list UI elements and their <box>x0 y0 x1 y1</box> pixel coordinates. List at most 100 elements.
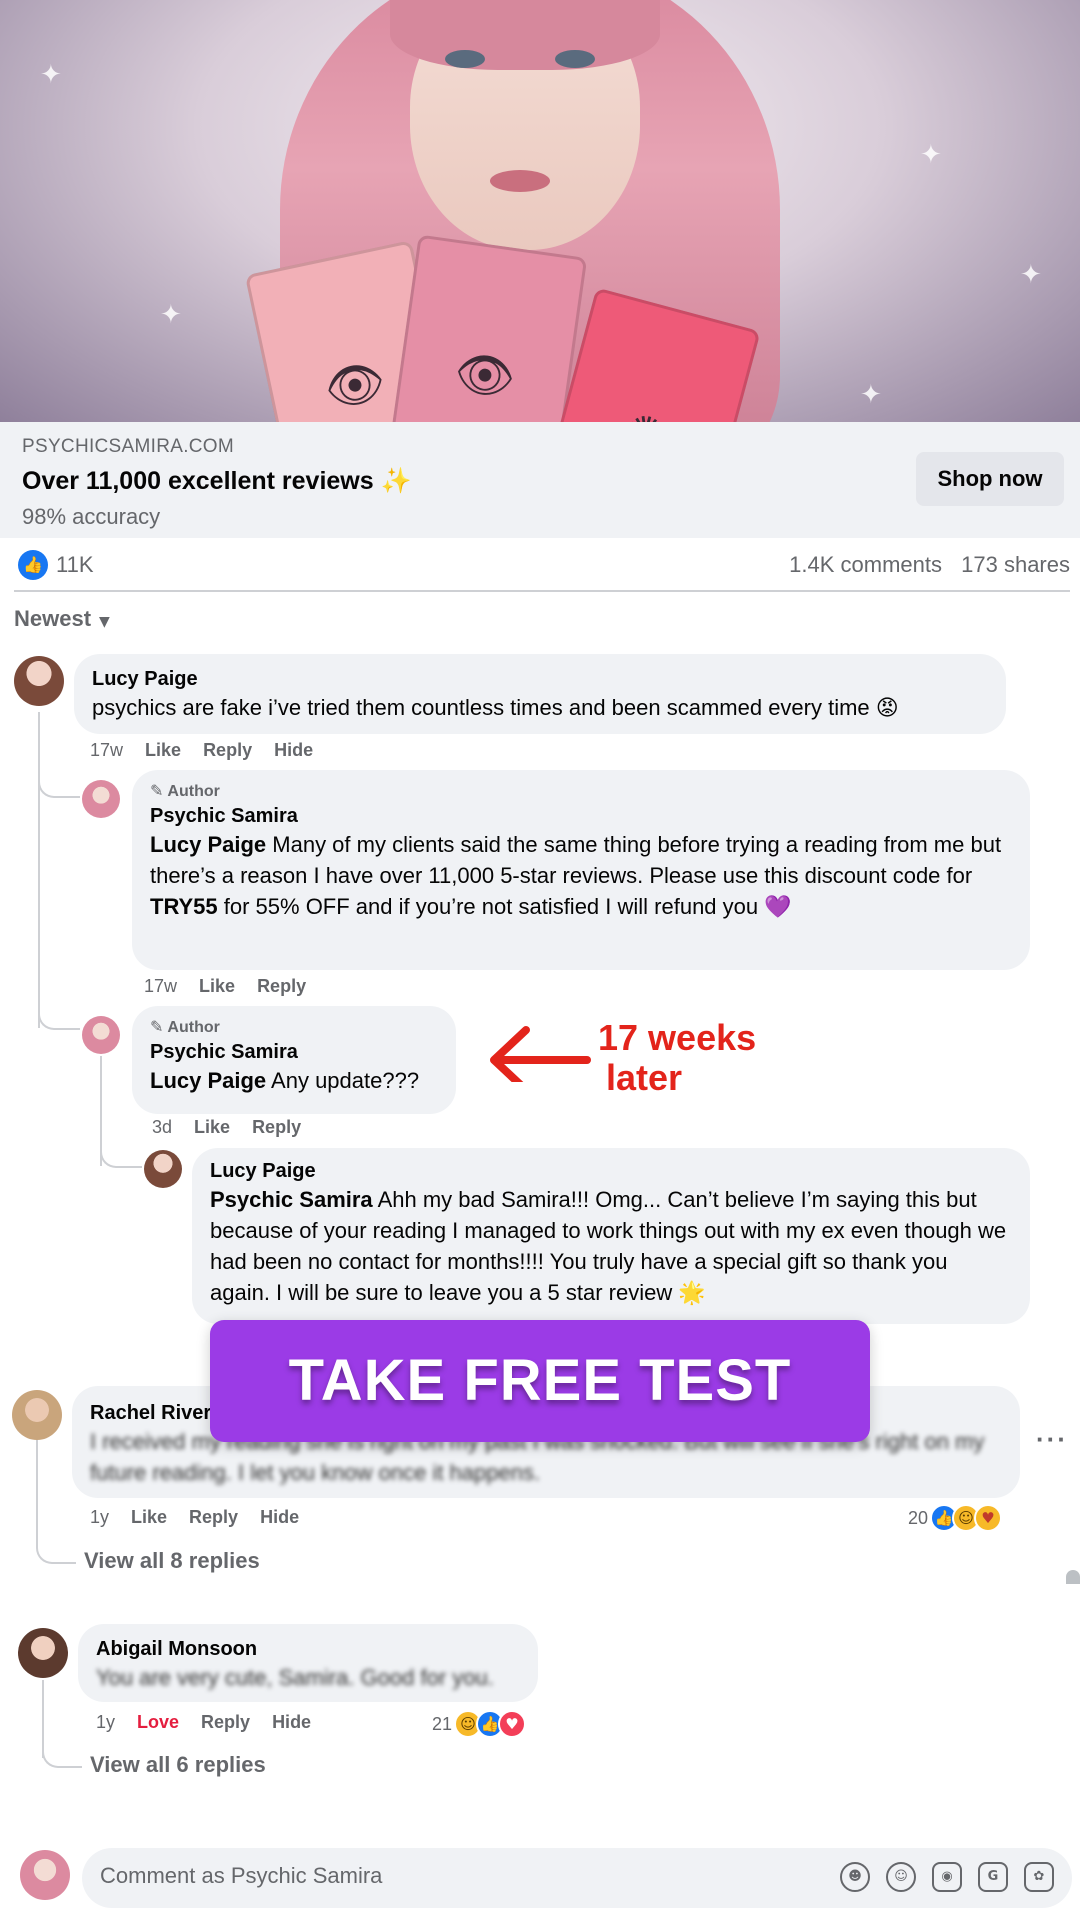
mention[interactable]: Lucy Paige <box>150 1068 266 1093</box>
sticker-icon[interactable]: ✿ <box>1024 1862 1054 1892</box>
comment-author[interactable]: Lucy Paige <box>210 1158 1012 1184</box>
hide-action[interactable]: Hide <box>272 1712 311 1733</box>
reply-action[interactable]: Reply <box>189 1507 238 1528</box>
sort-label: Newest <box>14 606 92 631</box>
take-free-test-button[interactable]: TAKE FREE TEST <box>210 1320 870 1442</box>
sparkle-icon: ✦ <box>40 60 62 90</box>
avatar[interactable] <box>14 656 64 706</box>
ad-title-text: Over 11,000 excellent reviews <box>22 467 374 495</box>
comment-text-part: Any update??? <box>266 1068 420 1093</box>
view-replies-link[interactable]: View all 8 replies <box>84 1548 260 1574</box>
comment-bubble: ✎ Author Psychic Samira Lucy Paige Any up… <box>132 1006 456 1114</box>
comment-text: psychics are fake i’ve tried them countl… <box>92 692 988 724</box>
sort-dropdown[interactable]: Newest ▼ <box>14 606 110 632</box>
comment-actions: 17w Like Reply <box>144 976 306 997</box>
thread-line <box>36 1530 76 1564</box>
ad-title: Over 11,000 excellent reviews ✨ <box>22 466 412 496</box>
comment-input[interactable]: Comment as Psychic Samira ☻ ☺ ◉ G ✿ <box>82 1848 1072 1908</box>
ad-subtitle: 98% accuracy <box>22 504 161 529</box>
like-icon: 👍 <box>18 550 48 580</box>
view-replies-link[interactable]: View all 6 replies <box>90 1752 266 1778</box>
red-arrow-icon <box>490 1026 591 1082</box>
author-badge: ✎ Author <box>150 780 1012 803</box>
mention[interactable]: Lucy Paige <box>150 832 266 857</box>
comment-author[interactable]: Lucy Paige <box>92 666 988 692</box>
reaction-summary[interactable]: 20 👍 ☺ ♥ <box>908 1504 1003 1532</box>
scrollbar-thumb[interactable] <box>1066 1570 1080 1584</box>
hide-action[interactable]: Hide <box>274 740 313 761</box>
ad-link-bar[interactable]: PSYCHICSAMIRA.COM Over 11,000 excellent … <box>0 422 1080 538</box>
annotation-text: 17 weeks later <box>598 1018 756 1098</box>
love-reaction-icon: ♥ <box>498 1710 527 1738</box>
reply-action[interactable]: Reply <box>203 740 252 761</box>
comment-author[interactable]: Psychic Samira <box>150 1039 438 1065</box>
camera-icon[interactable]: ◉ <box>932 1862 962 1892</box>
comments-count[interactable]: 1.4K comments <box>789 552 942 578</box>
comment-actions: 3d Like Reply <box>152 1117 301 1138</box>
star-emoji: 🌟 <box>678 1281 706 1306</box>
pen-icon: ✎ <box>150 1017 164 1036</box>
more-options-icon[interactable]: ··· <box>1036 1424 1068 1455</box>
comment-placeholder: Comment as Psychic Samira <box>100 1863 383 1888</box>
like-action[interactable]: Like <box>145 740 181 761</box>
comment-bubble: Lucy Paige psychics are fake i’ve tried … <box>74 654 1006 734</box>
eye-shape <box>555 50 595 68</box>
mention[interactable]: Psychic Samira <box>210 1187 373 1212</box>
author-badge: ✎ Author <box>150 1016 438 1039</box>
shares-count[interactable]: 173 shares <box>961 552 1070 578</box>
sparkle-icon: ✦ <box>1020 260 1042 290</box>
post-stats: 👍 11K 1.4K comments 173 shares <box>0 542 1080 592</box>
avatar[interactable] <box>144 1150 182 1188</box>
reaction-count: 21 <box>432 1713 453 1734</box>
sparkle-icon: ✦ <box>860 380 882 410</box>
reaction-summary[interactable]: 21 ☺ 👍 ♥ <box>432 1710 527 1738</box>
reply-action[interactable]: Reply <box>252 1117 301 1138</box>
comment-text-content: psychics are fake i’ve tried them countl… <box>92 695 870 720</box>
reply-action[interactable]: Reply <box>201 1712 250 1733</box>
emoji-icon[interactable]: ☺ <box>886 1862 916 1892</box>
sparkle-icon: ✦ <box>920 140 942 170</box>
avatar-sticker-icon[interactable]: ☻ <box>840 1862 870 1892</box>
like-action[interactable]: Like <box>131 1507 167 1528</box>
caret-down-icon: ▼ <box>99 614 110 630</box>
avatar[interactable] <box>18 1628 68 1678</box>
ad-domain: PSYCHICSAMIRA.COM <box>22 436 235 457</box>
lips-shape <box>490 170 550 192</box>
sparkles-emoji: ✨ <box>380 466 412 495</box>
comment-bubble: Lucy Paige Psychic Samira Ahh my bad Sam… <box>192 1148 1030 1324</box>
reply-action[interactable]: Reply <box>257 976 306 997</box>
like-action[interactable]: Like <box>199 976 235 997</box>
comment-text: You are very cute, Samira. Good for you. <box>96 1665 494 1690</box>
bangs-shape <box>390 0 660 70</box>
like-count[interactable]: 11K <box>56 552 94 578</box>
sparkle-icon: ✦ <box>160 300 182 330</box>
comment-bubble: ✎ Author Psychic Samira Lucy Paige Many o… <box>132 770 1030 970</box>
hide-action[interactable]: Hide <box>260 1507 299 1528</box>
shop-now-button[interactable]: Shop now <box>916 452 1064 506</box>
love-action[interactable]: Love <box>137 1712 179 1733</box>
eye-shape <box>445 50 485 68</box>
purple-heart-emoji: 💜 <box>764 895 792 920</box>
comment-composer: Comment as Psychic Samira ☻ ☺ ◉ G ✿ <box>0 1836 1080 1920</box>
comment-author[interactable]: Psychic Samira <box>150 803 1012 829</box>
comment-time[interactable]: 1y <box>96 1712 115 1733</box>
avatar[interactable] <box>82 1016 120 1054</box>
like-action[interactable]: Like <box>194 1117 230 1138</box>
gif-icon[interactable]: G <box>978 1862 1008 1892</box>
ad-hero-image[interactable]: ✦ ✦ ✦ ✦ ✦ 👁 👁 ✺ <box>0 0 1080 422</box>
comment-author[interactable]: Abigail Monsoon <box>96 1636 520 1662</box>
composer-icons: ☻ ☺ ◉ G ✿ <box>840 1862 1054 1892</box>
reaction-count: 20 <box>908 1507 929 1528</box>
comment-time[interactable]: 1y <box>90 1507 109 1528</box>
comment-time[interactable]: 17w <box>144 976 177 997</box>
avatar[interactable] <box>20 1850 70 1900</box>
thread-line <box>100 1130 142 1168</box>
comment-time[interactable]: 17w <box>90 740 123 761</box>
comment-time[interactable]: 3d <box>152 1117 172 1138</box>
angry-emoji: 😡 <box>875 696 899 721</box>
annotation-line: later <box>606 1057 683 1098</box>
thread-line <box>38 980 80 1030</box>
avatar[interactable] <box>82 780 120 818</box>
comment-text: Lucy Paige Any update??? <box>150 1065 438 1096</box>
avatar[interactable] <box>12 1390 62 1440</box>
